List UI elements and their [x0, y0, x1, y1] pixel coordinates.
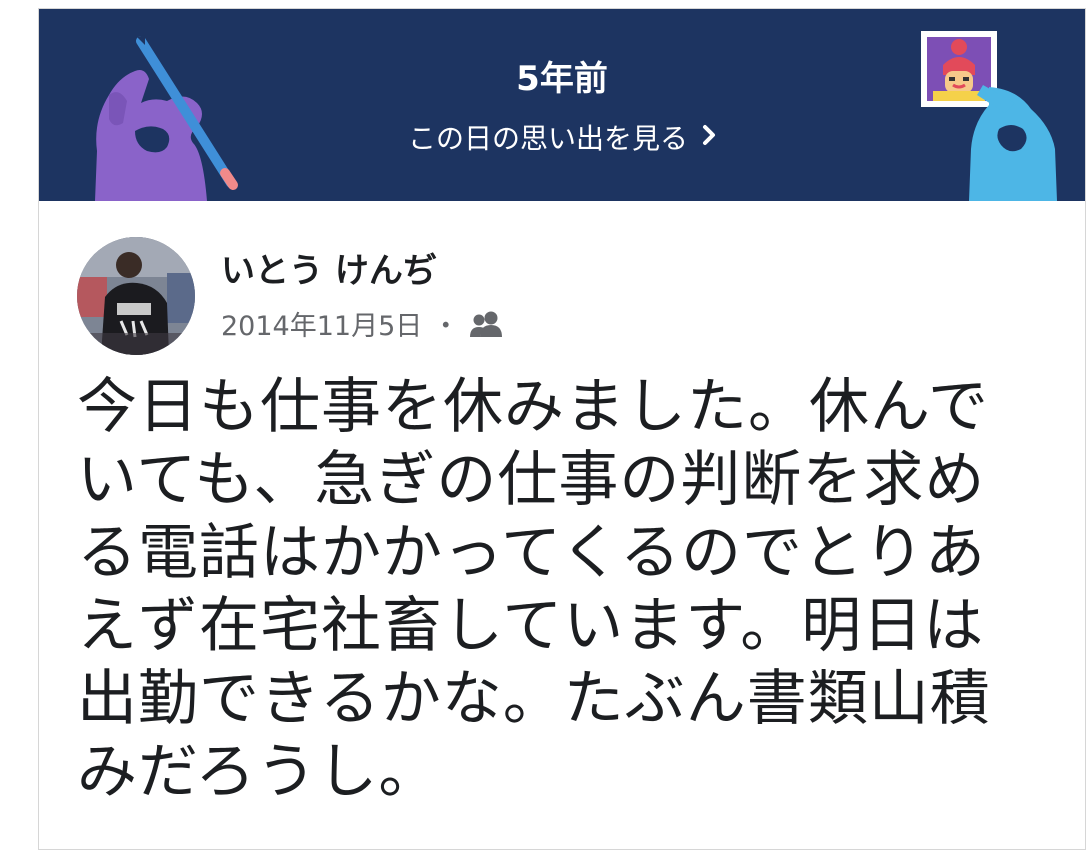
post-meta: 2014年11月5日 ・ — [221, 309, 505, 345]
post-date[interactable]: 2014年11月5日 — [221, 311, 422, 343]
memory-years-ago-title: 5年前 — [516, 59, 608, 99]
memory-banner[interactable]: 5年前 この日の思い出を見る — [39, 9, 1085, 201]
chevron-right-icon — [702, 119, 716, 155]
friends-icon[interactable] — [469, 310, 505, 346]
avatar-photo — [77, 237, 195, 355]
view-memories-link[interactable]: この日の思い出を見る — [39, 121, 1085, 158]
memory-card: 5年前 この日の思い出を見る いとう けんぢ 2014年11月5日 ・ 今日も仕… — [38, 8, 1086, 850]
view-memories-label: この日の思い出を見る — [407, 122, 688, 155]
avatar[interactable] — [77, 237, 195, 355]
hand-with-pencil-illustration — [95, 35, 238, 201]
author-name[interactable]: いとう けんぢ — [221, 251, 437, 291]
post-body-text: 今日も仕事を休みました。休んでいても、急ぎの仕事の判断を求める電話はかかってくる… — [77, 372, 991, 807]
meta-separator: ・ — [432, 311, 460, 342]
hand-with-photo-illustration — [921, 31, 1057, 201]
